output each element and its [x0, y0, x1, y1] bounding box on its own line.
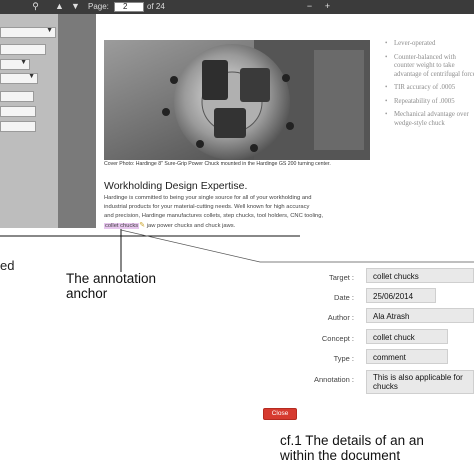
side-panel: ▼ ▼ ▼ [0, 14, 58, 228]
body-line: collet chucks✎ jaw power chucks and chuc… [104, 221, 376, 231]
bullet-item: TIR accuracy of .0005 [384, 84, 474, 93]
annotation-label: Annotation : [313, 375, 354, 384]
annotation-pin-icon[interactable]: ✎ [139, 222, 145, 229]
target-field[interactable]: collet chucks [366, 268, 474, 283]
type-label: Type : [333, 354, 354, 363]
date-field[interactable]: 25/06/2014 [366, 288, 436, 303]
annotation-anchor-highlight[interactable]: collet chucks [104, 223, 140, 229]
concept-field[interactable]: collet chuck [366, 329, 448, 344]
type-field[interactable]: comment [366, 349, 448, 364]
panel-dropdown[interactable]: ▼ [0, 59, 30, 70]
figure-caption-line: cf.1 The details of an an [280, 433, 424, 448]
body-line: and precision, Hardinge manufactures col… [104, 213, 324, 219]
author-field[interactable]: Ala Atrash [366, 308, 474, 323]
search-icon[interactable]: ⚲ [30, 1, 41, 12]
panel-field[interactable] [0, 91, 34, 102]
page-label: Page: [88, 2, 109, 11]
body-line-tail: jaw power chucks and chuck jaws. [146, 223, 236, 229]
body-line: Hardinge is committed to being your sing… [104, 195, 312, 201]
arrow-up-icon[interactable]: ▲ [54, 1, 65, 12]
bullet-item: Repeatability of .0005 [384, 98, 474, 107]
bullet-item: Lever-operated [384, 40, 474, 49]
annotation-field[interactable]: This is also applicable for chucks [366, 370, 474, 394]
target-label: Target : [328, 273, 354, 282]
minus-icon[interactable]: − [304, 1, 315, 12]
panel-field[interactable] [0, 121, 36, 132]
bullet-item: Counter-balanced with counter weight to … [384, 54, 474, 80]
panel-divider [58, 14, 100, 228]
concept-label: Concept : [321, 334, 354, 343]
machine-photo [104, 40, 370, 160]
page-number-input[interactable]: 2 [114, 2, 144, 12]
panel-dropdown[interactable]: ▼ [0, 27, 56, 38]
feature-bullets: Lever-operated Counter-balanced with cou… [384, 40, 474, 133]
anchor-label: The annotation anchor [66, 271, 157, 301]
pdf-toolbar: ⚲ ▲ ▼ Page: 2 of 24 − + [0, 0, 474, 14]
figure-caption: cf.1 The details of an an within the doc… [280, 433, 474, 463]
cropped-label: ed [0, 258, 15, 273]
panel-field[interactable] [0, 106, 36, 117]
panel-field[interactable] [0, 44, 46, 55]
panel-dropdown[interactable]: ▼ [0, 73, 38, 84]
body-line: industrial products for your material-cu… [104, 204, 310, 210]
page-total: of 24 [147, 2, 165, 11]
chevron-down-icon: ▼ [46, 27, 53, 34]
arrow-down-icon[interactable]: ▼ [70, 1, 81, 12]
chevron-down-icon: ▼ [20, 59, 27, 66]
photo-caption: Cover Photo: Hardinge 8" Sure-Grip Power… [104, 161, 331, 167]
bullet-item: Mechanical advantage over wedge-style ch… [384, 111, 474, 128]
plus-icon[interactable]: + [322, 1, 333, 12]
figure-caption-line: within the document [280, 448, 401, 463]
body-paragraph: Hardinge is committed to being your sing… [104, 194, 376, 231]
date-label: Date : [333, 293, 354, 302]
section-title: Workholding Design Expertise. [104, 180, 248, 192]
author-label: Author : [327, 313, 354, 322]
chevron-down-icon: ▼ [28, 73, 35, 80]
close-button[interactable]: Close [263, 408, 297, 420]
